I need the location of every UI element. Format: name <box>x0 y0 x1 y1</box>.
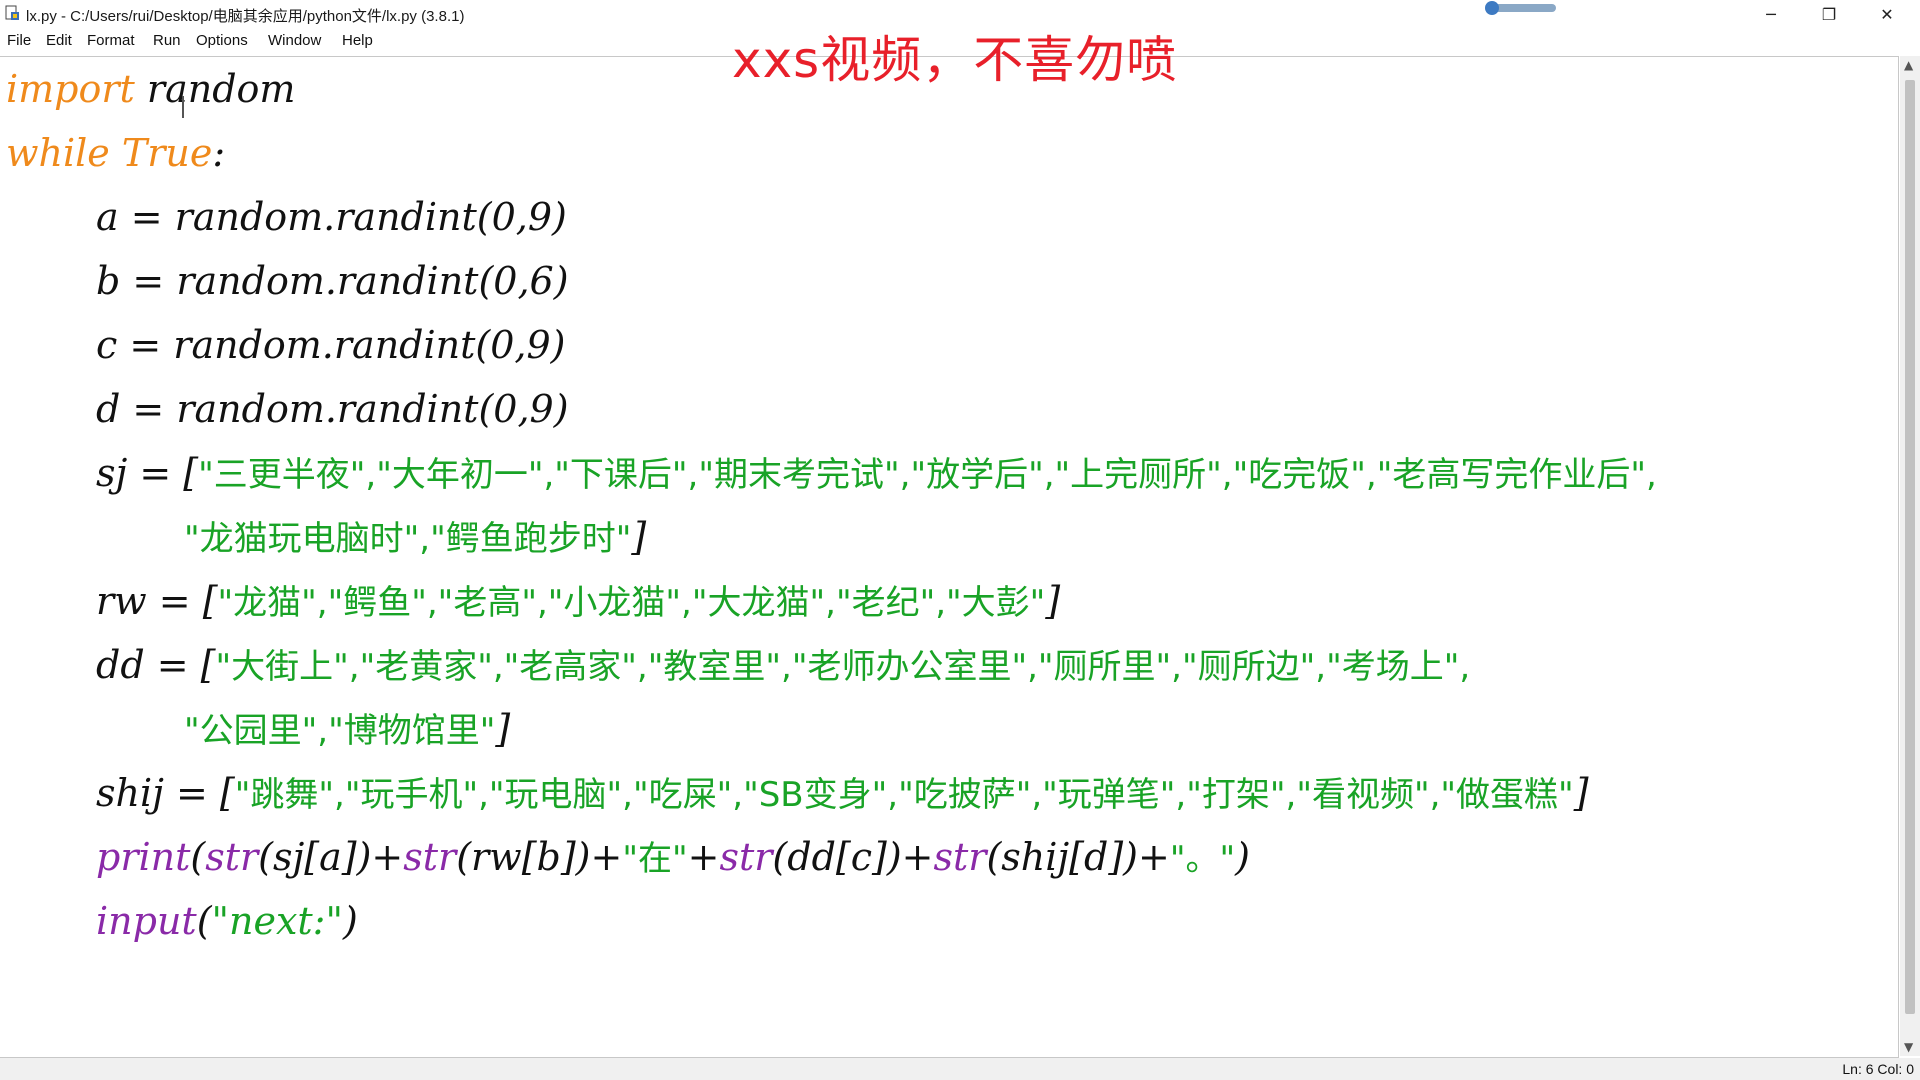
string-literal: "在" <box>622 839 688 879</box>
code-line-3: a = random.randint(0,9) <box>96 195 567 239</box>
string-literal: "next:" <box>211 899 343 943</box>
code-token: sj = [ <box>96 451 199 495</box>
code-token: + <box>687 835 720 879</box>
mouse-cursor-ibeam <box>182 96 184 118</box>
string-literal: "公园里","博物馆里" <box>184 711 496 751</box>
code-line-1: import random <box>6 57 295 121</box>
keyword: True <box>121 131 213 175</box>
code-token: (sj[a])+ <box>258 835 404 879</box>
code-token: (shij[d])+ <box>986 835 1170 879</box>
menu-options[interactable]: Options <box>196 32 248 49</box>
code-token: ] <box>495 707 511 751</box>
code-token: ] <box>1573 771 1589 815</box>
code-line-7: sj = ["三更半夜","大年初一","下课后","期末考完试","放学后",… <box>96 441 1657 505</box>
cursor-position: Ln: 6 Col: 0 <box>1842 1061 1914 1077</box>
code-editor[interactable]: import random while True: a = random.ran… <box>0 56 1899 1058</box>
video-caption-overlay: xxs视频，不喜勿喷 <box>732 31 1178 89</box>
scroll-down-arrow-icon[interactable]: ▼ <box>1904 1040 1913 1054</box>
vertical-scrollbar[interactable]: ▲ ▼ <box>1900 56 1920 1056</box>
builtin: str <box>933 835 987 879</box>
slider-knob[interactable] <box>1485 1 1499 15</box>
string-literal: "。" <box>1169 839 1236 879</box>
string-literal: "龙猫玩电脑时","鳄鱼跑步时" <box>184 519 632 559</box>
scrollbar-thumb[interactable] <box>1905 80 1915 1014</box>
menu-help[interactable]: Help <box>342 32 373 49</box>
string-literal: "跳舞","玩手机","玩电脑","吃屎","SB变身","吃披萨","玩弹笔"… <box>234 775 1574 815</box>
close-icon: ✕ <box>1880 4 1894 24</box>
code-line-10: dd = ["大街上","老黄家","老高家","教室里","老师办公室里","… <box>96 633 1470 697</box>
code-line-2: while True: <box>6 121 225 185</box>
window-title: lx.py - C:/Users/rui/Desktop/电脑其余应用/pyth… <box>26 8 465 25</box>
builtin: str <box>403 835 457 879</box>
minimize-icon: ─ <box>1766 4 1776 24</box>
code-line-6: d = random.randint(0,9) <box>96 387 569 431</box>
code-token: ) <box>342 899 358 943</box>
code-token: ] <box>631 515 647 559</box>
code-token: ( <box>196 899 212 943</box>
string-literal: "大街上","老黄家","老高家","教室里","老师办公室里","厕所里","… <box>215 647 1471 687</box>
minimize-button[interactable]: ─ <box>1742 0 1800 28</box>
close-button[interactable]: ✕ <box>1858 0 1916 28</box>
recording-slider[interactable] <box>1485 1 1556 15</box>
keyword: import <box>6 67 135 111</box>
restore-icon: ❐ <box>1821 4 1837 24</box>
code-token: shij = [ <box>96 771 235 815</box>
string-literal: "龙猫","鳄鱼","老高","小龙猫","大龙猫","老纪","大彭" <box>217 583 1046 623</box>
code-token: ( <box>190 835 206 879</box>
builtin: str <box>719 835 773 879</box>
scroll-up-arrow-icon[interactable]: ▲ <box>1904 58 1913 72</box>
builtin: input <box>96 899 197 943</box>
code-line-4: b = random.randint(0,6) <box>96 259 569 303</box>
code-line-8: "龙猫玩电脑时","鳄鱼跑步时"] <box>184 505 646 569</box>
string-literal: "三更半夜","大年初一","下课后","期末考完试","放学后","上完厕所"… <box>198 455 1657 495</box>
code-token: ] <box>1045 579 1061 623</box>
keyword: while <box>6 131 110 175</box>
menu-run[interactable]: Run <box>153 32 181 49</box>
menu-edit[interactable]: Edit <box>46 32 72 49</box>
code-token: (dd[c])+ <box>772 835 934 879</box>
idle-file-icon <box>5 5 19 20</box>
code-token: ) <box>1235 835 1250 879</box>
code-line-5: c = random.randint(0,9) <box>96 323 566 367</box>
status-bar: Ln: 6 Col: 0 <box>0 1058 1920 1080</box>
code-line-9: rw = ["龙猫","鳄鱼","老高","小龙猫","大龙猫","老纪","大… <box>96 569 1060 633</box>
code-line-12: shij = ["跳舞","玩手机","玩电脑","吃屎","SB变身","吃披… <box>96 761 1589 825</box>
builtin: str <box>205 835 259 879</box>
code-token: random <box>134 67 296 111</box>
code-token: (rw[b])+ <box>456 835 623 879</box>
code-token: rw = [ <box>96 579 218 623</box>
code-token: : <box>212 131 226 175</box>
code-token: dd = [ <box>96 643 216 687</box>
builtin: print <box>96 835 191 879</box>
code-line-13: print(str(sj[a])+str(rw[b])+"在"+str(dd[c… <box>96 825 1250 889</box>
menu-format[interactable]: Format <box>87 32 135 49</box>
code-line-14: input("next:") <box>96 889 358 953</box>
code-line-11: "公园里","博物馆里"] <box>184 697 510 761</box>
menu-window[interactable]: Window <box>268 32 321 49</box>
maximize-button[interactable]: ❐ <box>1800 0 1858 28</box>
menu-file[interactable]: File <box>7 32 31 49</box>
